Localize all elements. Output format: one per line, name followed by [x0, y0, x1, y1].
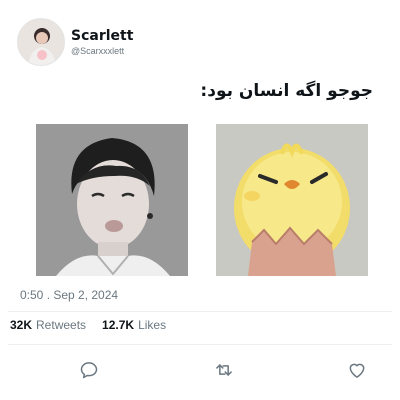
retweet-button[interactable] — [212, 360, 236, 384]
reply-button[interactable] — [77, 360, 101, 384]
tweet-timestamp[interactable]: 0:50 . Sep 2, 2024 — [20, 288, 118, 302]
retweet-icon — [213, 360, 235, 384]
reply-icon — [79, 360, 99, 384]
divider — [8, 311, 392, 312]
retweets-stat[interactable]: 32K Retweets — [10, 318, 86, 332]
divider — [8, 344, 392, 345]
tweet-image-chick[interactable] — [216, 124, 368, 276]
likes-stat[interactable]: 12.7K Likes — [102, 318, 166, 332]
avatar[interactable] — [17, 18, 65, 66]
like-icon — [347, 360, 367, 384]
tweet-header: Scarlett @Scarxxxlett — [17, 18, 133, 66]
likes-count: 12.7K — [102, 318, 135, 332]
tweet-actions — [0, 360, 400, 386]
tweet-stats: 32K Retweets 12.7K Likes — [10, 318, 182, 332]
display-name[interactable]: Scarlett — [71, 28, 133, 45]
likes-label: Likes — [138, 318, 167, 332]
user-handle[interactable]: @Scarxxxlett — [71, 45, 133, 57]
tweet-text: جوجو اگه انسان بود: — [200, 81, 373, 101]
retweets-count: 32K — [10, 318, 33, 332]
like-button[interactable] — [345, 360, 369, 384]
retweets-label: Retweets — [36, 318, 87, 332]
user-info: Scarlett @Scarxxxlett — [71, 28, 133, 57]
tweet-image-person[interactable] — [36, 124, 188, 276]
